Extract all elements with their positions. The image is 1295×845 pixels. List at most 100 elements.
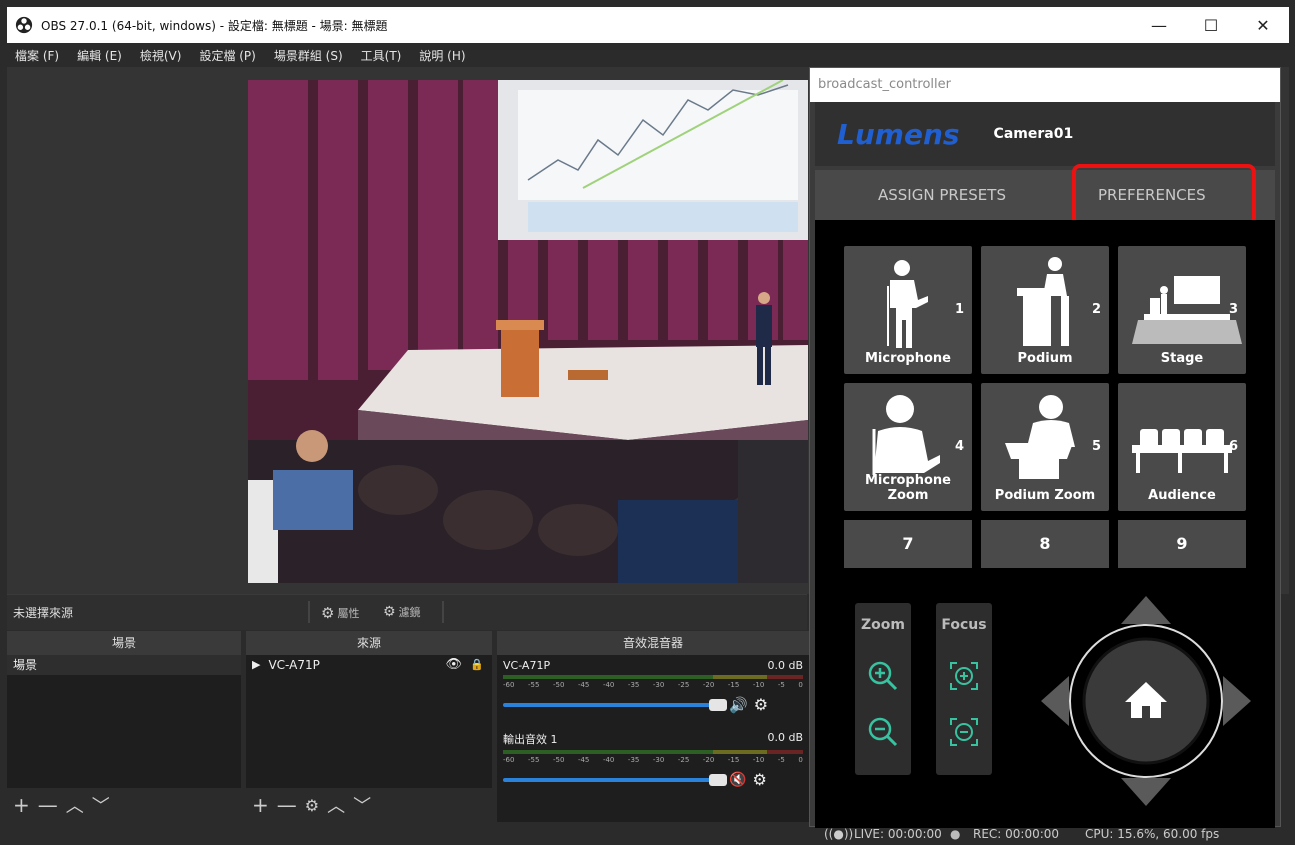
focus-far-icon[interactable] [947, 715, 981, 749]
zoom-out-icon[interactable] [866, 715, 900, 749]
preset-number: 3 [1228, 302, 1238, 317]
live-icon: ((●)) [824, 827, 854, 841]
volume-slider-handle[interactable] [709, 698, 727, 711]
camera-name: Camera01 [993, 126, 1074, 142]
mixer-header: 音效混音器 [497, 631, 809, 655]
menu-bar: 檔案 (F) 編輯 (E) 檢視(V) 設定檔 (P) 場景群組 (S) 工具(… [7, 43, 1289, 67]
ptz-control-pad[interactable] [1041, 596, 1251, 806]
preset-button-8[interactable]: 8 [981, 520, 1109, 568]
zoom-label: Zoom [861, 617, 905, 633]
tab-assign-presets[interactable]: ASSIGN PRESETS [878, 170, 1006, 220]
close-button[interactable]: ✕ [1237, 7, 1289, 43]
add-scene-icon[interactable]: + [13, 793, 30, 817]
remove-source-icon[interactable]: — [277, 793, 297, 817]
pan-up-arrow[interactable] [1121, 596, 1171, 624]
channel-name: VC-A71P [503, 659, 551, 672]
preset-button-4[interactable]: 4 Microphone Zoom [844, 383, 972, 511]
menu-file[interactable]: 檔案 (F) [15, 47, 59, 64]
zoom-in-icon[interactable] [866, 659, 900, 693]
source-properties-icon[interactable]: ⚙ [305, 796, 319, 815]
scenes-header: 場景 [7, 631, 241, 655]
preset-number: 5 [1091, 439, 1101, 454]
menu-scene-collection[interactable]: 場景群組 (S) [274, 47, 343, 64]
rec-icon: ● [950, 827, 961, 841]
preset-button-5[interactable]: 5 Podium Zoom [981, 383, 1109, 511]
rec-time: REC: 00:00:00 [973, 827, 1060, 841]
muted-speaker-icon[interactable]: 🔇 [729, 772, 746, 788]
scene-item[interactable]: 場景 [7, 655, 241, 675]
no-source-label: 未選擇來源 [13, 606, 74, 620]
channel-db: 0.0 dB [767, 731, 803, 744]
sources-header: 來源 [246, 631, 492, 655]
preset-button-9[interactable]: 9 [1118, 520, 1246, 568]
speaker-icon[interactable]: 🔊 [729, 696, 748, 714]
menu-profile[interactable]: 設定檔 (P) [199, 47, 255, 64]
move-up-icon[interactable]: ︿ [327, 792, 345, 818]
sources-toolbar: + — ⚙ ︿ ﹀ [246, 788, 492, 822]
preset-number: 6 [1228, 439, 1238, 454]
controller-window-title: broadcast_controller [810, 68, 1280, 102]
volume-slider[interactable] [503, 773, 727, 786]
gear-icon: ⚙ [321, 604, 335, 622]
preset-label: Podium [1017, 351, 1073, 366]
preset-label: Audience [1148, 488, 1216, 503]
eye-icon[interactable]: 👁 [445, 655, 462, 675]
menu-view[interactable]: 檢視(V) [140, 47, 182, 64]
menu-edit[interactable]: 編輯 (E) [77, 47, 122, 64]
preset-number: 2 [1091, 302, 1101, 317]
preset-label: Podium Zoom [994, 488, 1096, 503]
preset-button-2[interactable]: 2 Podium [981, 246, 1109, 374]
move-up-icon[interactable]: ︿ [66, 792, 84, 818]
zoom-panel: Zoom [855, 603, 911, 775]
volume-meter [503, 750, 803, 754]
source-item[interactable]: ▶ VC-A71P 👁 🔒 [246, 655, 492, 675]
minimize-button[interactable]: — [1133, 7, 1185, 43]
pan-right-arrow[interactable] [1223, 676, 1251, 726]
preset-label: Stage [1160, 351, 1204, 366]
preset-button-1[interactable]: 1 Microphone [844, 246, 972, 374]
broadcast-controller-window: broadcast_controller Lumens Camera01 ASS… [809, 67, 1281, 828]
move-down-icon[interactable]: ﹀ [353, 792, 371, 818]
filters-button[interactable]: ⚙ 濾鏡 [383, 604, 421, 620]
controller-body: 1 Microphone 2 Podium 3 Stage 4 Micropho… [815, 220, 1275, 828]
lumens-logo: Lumens [837, 117, 960, 151]
controller-header: Lumens Camera01 [815, 102, 1275, 166]
focus-label: Focus [941, 617, 987, 633]
add-source-icon[interactable]: + [252, 793, 269, 817]
preview-image [248, 80, 808, 583]
mixer-channel: 輸出音效 1 0.0 dB -60 -55 -50 -45 -40 -35 -30 -25 -2… [497, 727, 809, 799]
maximize-button[interactable]: ☐ [1185, 7, 1237, 43]
preferences-highlight-box [1072, 164, 1256, 226]
mixer-settings-icon[interactable]: ⚙ [754, 695, 768, 714]
lock-icon[interactable]: 🔒 [470, 655, 484, 675]
pan-left-arrow[interactable] [1041, 676, 1069, 726]
meter-ticks: -60 -55 -50 -45 -40 -35 -30 -25 -20 -15 -10 -5 0 [503, 681, 803, 689]
focus-near-icon[interactable] [947, 659, 981, 693]
filters-label: 濾鏡 [398, 606, 421, 619]
preset-button-7[interactable]: 7 [844, 520, 972, 568]
properties-button[interactable]: ⚙ 屬性 [321, 604, 359, 622]
filter-icon: ⚙ [383, 604, 396, 620]
sources-dock: 來源 ▶ VC-A71P 👁 🔒 + — ⚙ ︿ ﹀ [246, 631, 492, 822]
remove-scene-icon[interactable]: — [38, 793, 58, 817]
window-title: OBS 27.0.1 (64-bit, windows) - 設定檔: 無標題 … [41, 18, 388, 33]
source-toolbar: 未選擇來源 ⚙ 屬性 ⚙ 濾鏡 [7, 594, 807, 630]
mixer-settings-icon[interactable]: ⚙ [752, 770, 766, 789]
menu-tools[interactable]: 工具(T) [361, 47, 402, 64]
menu-help[interactable]: 說明 (H) [419, 47, 465, 64]
obs-logo-icon [15, 16, 33, 34]
volume-slider[interactable] [503, 698, 727, 711]
source-item-label: VC-A71P [268, 658, 320, 672]
channel-db: 0.0 dB [767, 659, 803, 672]
preset-number: 1 [954, 302, 964, 317]
live-time: LIVE: 00:00:00 [854, 827, 942, 841]
pan-down-arrow[interactable] [1121, 778, 1171, 806]
preset-button-6[interactable]: 6 Audience [1118, 383, 1246, 511]
move-down-icon[interactable]: ﹀ [92, 792, 110, 818]
meter-ticks: -60 -55 -50 -45 -40 -35 -30 -25 -20 -15 -10 -5 0 [503, 756, 803, 764]
mixer-channel: VC-A71P 0.0 dB -60 -55 -50 -45 -40 -35 -30 -25-… [497, 655, 809, 727]
volume-slider-handle[interactable] [709, 773, 727, 786]
toolbar-divider [442, 601, 444, 623]
preset-number: 4 [954, 439, 964, 454]
preset-button-3[interactable]: 3 Stage [1118, 246, 1246, 374]
